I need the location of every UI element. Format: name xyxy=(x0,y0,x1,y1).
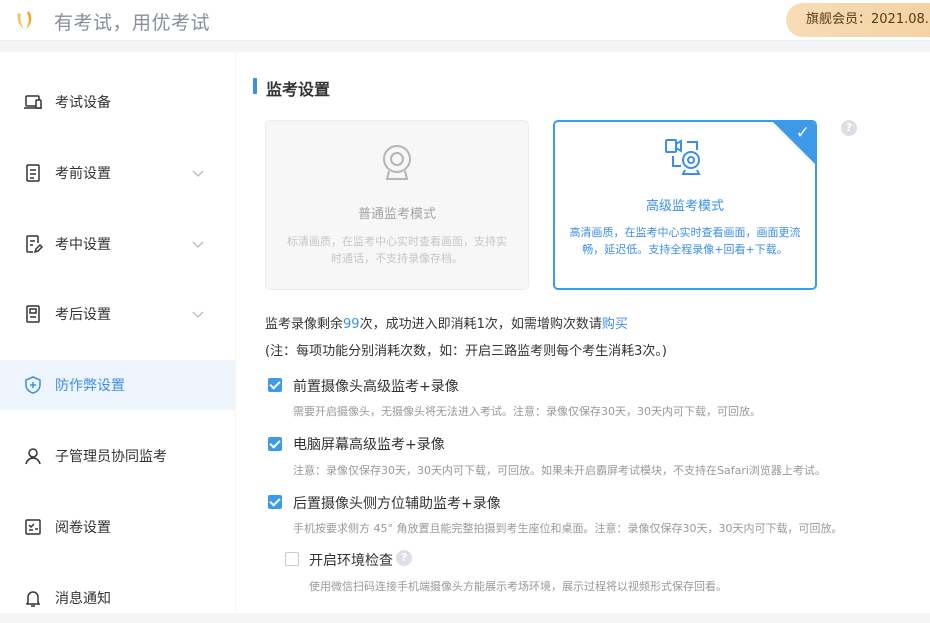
quota-note: (注：每项功能分别消耗次数，如：开启三路监考则每个考生消耗3次。) xyxy=(265,344,667,359)
webcam-icon xyxy=(383,145,411,180)
top-bar: 有考试，用优考试 旗舰会员：2021.08. xyxy=(0,0,930,41)
quota-middle: 次，成功进入即消耗1次，如需增购次数请 xyxy=(359,317,602,332)
front-camera-label: 前置摄像头高级监考+录像 xyxy=(293,379,459,395)
page-title: 监考设置 xyxy=(266,80,331,99)
laptop-icon xyxy=(24,95,42,109)
chevron-down-icon xyxy=(192,241,204,248)
sidebar-item-label: 防作弊设置 xyxy=(55,378,125,394)
score-document-icon xyxy=(26,305,40,323)
sidebar-item-label: 考前设置 xyxy=(55,166,111,182)
section-marker xyxy=(253,78,257,94)
chevron-down-icon xyxy=(192,170,204,177)
check-icon: ✓ xyxy=(795,123,810,143)
rear-camera-label: 后置摄像头侧方位辅助监考+录像 xyxy=(293,496,501,512)
document-list-icon xyxy=(26,164,40,182)
video-camera-icon xyxy=(665,139,701,175)
sidebar-item-sub-admin[interactable]: 子管理员协同监考 xyxy=(0,431,235,481)
recording-quota: 监考录像剩余99次，成功进入即消耗1次，如需增购次数请购买 xyxy=(265,313,628,332)
normal-mode-card[interactable]: 普通监考模式 标清画质，在监考中心实时查看画面，支持实时通话，不支持录像存档。 xyxy=(265,120,529,290)
rear-camera-desc: 手机按要求侧方 45° 角放置且能完整拍摄到考生座位和桌面。注意：录像仅保存30… xyxy=(293,522,843,535)
help-icon[interactable]: ? xyxy=(841,120,857,136)
bell-icon xyxy=(25,591,41,607)
sidebar-item-anti-cheat[interactable]: 防作弊设置 xyxy=(0,360,235,410)
normal-mode-title: 普通监考模式 xyxy=(357,207,436,222)
environment-check-desc: 使用微信扫码连接手机端摄像头方能展示考场环境，展示过程将以视频形式保存回看。 xyxy=(309,580,727,593)
screen-monitor-label: 电脑屏幕高级监考+录像 xyxy=(293,437,445,453)
quota-prefix: 监考录像剩余 xyxy=(265,317,344,332)
sidebar-item-label: 阅卷设置 xyxy=(55,520,111,536)
sidebar-item-grading[interactable]: 阅卷设置 xyxy=(0,502,235,552)
user-icon xyxy=(25,448,41,465)
sidebar-item-label: 消息通知 xyxy=(55,591,111,607)
checklist-icon xyxy=(25,519,41,535)
member-badge[interactable]: 旗舰会员：2021.08. xyxy=(786,3,930,37)
normal-mode-desc: 标清画质，在监考中心实时查看画面，支持实时通话，不支持录像存档。 xyxy=(287,235,507,265)
advanced-mode-title: 高级监考模式 xyxy=(645,199,724,214)
sidebar-item-in-exam[interactable]: 考中设置 xyxy=(0,219,235,269)
screen-monitor-checkbox[interactable] xyxy=(268,437,282,451)
environment-check-checkbox[interactable] xyxy=(285,552,299,566)
brand-slogan: 有考试，用优考试 xyxy=(54,12,211,34)
sidebar-item-exam-device[interactable]: 考试设备 xyxy=(0,77,235,127)
sidebar-item-label: 子管理员协同监考 xyxy=(55,449,167,465)
sidebar-item-label: 考中设置 xyxy=(55,237,111,253)
brand-logo-icon xyxy=(17,11,32,29)
environment-help-icon[interactable]: ? xyxy=(396,550,412,566)
advanced-mode-card[interactable]: 高级监考模式 高清画质，在监考中心实时查看画面，画面更流畅，延迟低。支持全程录像… xyxy=(553,120,817,290)
chevron-down-icon xyxy=(192,311,204,318)
sidebar-item-label: 考后设置 xyxy=(55,307,111,323)
screen-monitor-desc: 注意：录像仅保存30天，30天内可下载，可回放。如果未开启霸屏考试模块，不支持在… xyxy=(293,464,826,477)
buy-link[interactable]: 购买 xyxy=(602,317,628,332)
environment-check-label: 开启环境检查 xyxy=(309,553,393,569)
sidebar-item-notifications[interactable]: 消息通知 xyxy=(0,573,235,623)
main-panel: 监考设置 普通监考模式 标清画质，在监考中心实时查看画面，支持实时通话，不支持录… xyxy=(236,52,930,613)
sidebar-item-label: 考试设备 xyxy=(55,95,111,111)
sidebar-item-post-exam[interactable]: 考后设置 xyxy=(0,289,235,339)
front-camera-checkbox[interactable] xyxy=(268,378,282,392)
shield-plus-icon xyxy=(25,376,41,394)
quota-count: 99 xyxy=(343,317,360,332)
front-camera-desc: 需要开启摄像头，无摄像头将无法进入考试。注意：录像仅保存30天，30天内可下载，… xyxy=(293,405,761,418)
advanced-mode-desc: 高清画质，在监考中心实时查看画面，画面更流畅，延迟低。支持全程录像+回看+下载。 xyxy=(569,226,801,256)
sidebar-item-pre-exam[interactable]: 考前设置 xyxy=(0,148,235,198)
sidebar: 考试设备 考前设置 考中设置 考后设置 防作弊设置 子管理员协同监考 阅卷设置 … xyxy=(0,52,235,613)
edit-document-icon xyxy=(26,235,43,254)
rear-camera-checkbox[interactable] xyxy=(268,495,282,509)
